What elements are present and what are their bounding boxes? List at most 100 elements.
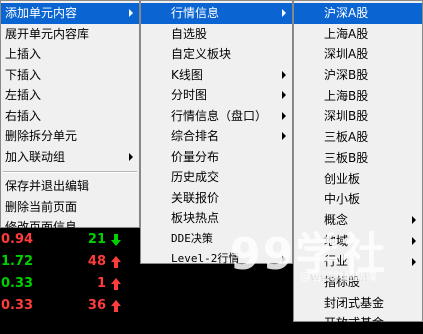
submenu-item-sh-b[interactable]: 上海B股	[294, 86, 422, 107]
menu-item-insert-above[interactable]: 上插入	[1, 44, 139, 65]
submenu-item-concept[interactable]: 概念	[294, 210, 422, 231]
menu-item-insert-below[interactable]: 下插入	[1, 65, 139, 86]
menu-item-label: 关联报价	[171, 190, 220, 205]
menu-item-label: 封闭式基金	[324, 295, 385, 310]
quote-panel: 0.94 21 1.72 48 0.33 1 0.33 36	[0, 228, 140, 322]
menu-item-expand-library[interactable]: 展开单元内容库	[1, 24, 139, 45]
submenu-arrow-icon	[282, 70, 286, 79]
quote-price: 0.94	[1, 232, 34, 247]
menu-item-label: 行情信息（盘口）	[171, 108, 268, 123]
submenu-item-sz-b[interactable]: 深圳B股	[294, 106, 422, 127]
menu-item-label: 上海B股	[324, 88, 369, 103]
quote-price: 0.33	[1, 298, 34, 313]
menu-separator	[3, 171, 137, 173]
quote-change: 48	[87, 254, 106, 269]
submenu-arrow-icon	[282, 9, 286, 18]
menu-item-label: 右插入	[5, 108, 42, 123]
context-menu: 添加单元内容 展开单元内容库 上插入 下插入 左插入 右插入 删除拆分单元 加入…	[0, 0, 140, 234]
submenu-item-intraday[interactable]: 分时图	[141, 85, 292, 106]
quote-price: 1.72	[1, 254, 34, 269]
menu-item-add-unit-content[interactable]: 添加单元内容	[1, 3, 139, 24]
menu-item-label: 保存并退出编辑	[5, 179, 90, 193]
menu-item-save-exit[interactable]: 保存并退出编辑	[1, 176, 139, 197]
quote-change: 21	[87, 232, 106, 247]
up-arrow-icon	[111, 300, 121, 312]
menu-item-label: 三板B股	[324, 150, 369, 165]
menu-item-label: 添加单元内容	[5, 6, 78, 20]
menu-item-label: 创业板	[324, 171, 361, 186]
background-area	[140, 264, 293, 322]
menu-item-insert-left[interactable]: 左插入	[1, 85, 139, 106]
submenu-arrow-icon	[282, 132, 286, 141]
submenu-item-region[interactable]: 地域	[294, 231, 422, 252]
submenu-item-sme[interactable]: 中小板	[294, 189, 422, 210]
submenu-item-kline[interactable]: K线图	[141, 65, 292, 86]
content-submenu: 行情信息 自选股 自定义板块 K线图 分时图 行情信息（盘口） 综合排名 价量分…	[140, 0, 293, 265]
menu-item-label: 自选股	[171, 26, 208, 41]
menu-item-label: 价量分布	[171, 149, 220, 164]
menu-item-label: 历史成交	[171, 170, 220, 184]
menu-item-insert-right[interactable]: 右插入	[1, 106, 139, 127]
quote-row[interactable]: 0.94 21	[0, 229, 140, 251]
up-arrow-icon	[111, 278, 121, 290]
quote-change: 1	[96, 276, 106, 291]
submenu-item-ranking[interactable]: 综合排名	[141, 126, 292, 147]
watermark-source: @雪球财经新媒	[300, 270, 377, 283]
menu-item-label: 三板A股	[324, 130, 369, 145]
quote-change: 36	[87, 298, 106, 313]
submenu-arrow-icon	[412, 236, 416, 245]
submenu-item-related-quotes[interactable]: 关联报价	[141, 188, 292, 209]
menu-item-label: 上海A股	[324, 26, 369, 41]
menu-item-label: 删除当前页面	[5, 199, 78, 214]
menu-item-label: 行情信息	[171, 6, 220, 20]
menu-item-label: 加入联动组	[5, 149, 66, 164]
submenu-item-quote-info[interactable]: 行情信息	[141, 3, 292, 24]
submenu-item-hs-a[interactable]: 沪深A股	[294, 3, 422, 24]
submenu-item-sz-a[interactable]: 深圳A股	[294, 44, 422, 65]
menu-item-label: 左插入	[5, 88, 42, 102]
submenu-item-sanban-a[interactable]: 三板A股	[294, 127, 422, 148]
submenu-item-hs-b[interactable]: 沪深B股	[294, 65, 422, 86]
submenu-arrow-icon	[129, 152, 133, 161]
submenu-item-custom-sector[interactable]: 自定义板块	[141, 44, 292, 65]
down-arrow-icon	[111, 234, 121, 246]
submenu-item-chinext[interactable]: 创业板	[294, 169, 422, 190]
quote-row[interactable]: 0.33 1	[0, 273, 140, 295]
menu-item-label: 行业	[324, 254, 349, 269]
quote-row[interactable]: 0.33 36	[0, 295, 140, 317]
menu-item-label: 自定义板块	[171, 47, 232, 61]
menu-item-label: 深圳B股	[324, 109, 369, 124]
menu-item-label: DDE决策	[171, 231, 213, 245]
submenu-item-closed-fund[interactable]: 封闭式基金	[294, 293, 422, 314]
quote-row[interactable]: 1.72 48	[0, 251, 140, 273]
up-arrow-icon	[111, 256, 121, 268]
submenu-item-watchlist[interactable]: 自选股	[141, 24, 292, 45]
menu-item-label: 地域	[324, 233, 349, 248]
submenu-item-dde[interactable]: DDE决策	[141, 229, 292, 250]
submenu-item-sanban-b[interactable]: 三板B股	[294, 148, 422, 169]
submenu-arrow-icon	[412, 257, 416, 266]
submenu-item-sector-hotspot[interactable]: 板块热点	[141, 208, 292, 229]
menu-item-delete-page[interactable]: 删除当前页面	[1, 197, 139, 218]
submenu-arrow-icon	[282, 91, 286, 100]
menu-item-label: 分时图	[171, 88, 208, 102]
menu-item-label: 展开单元内容库	[5, 26, 90, 41]
submenu-item-open-fund[interactable]: 开放式基金	[294, 313, 422, 334]
menu-item-label: 综合排名	[171, 129, 220, 143]
menu-item-label: 沪深B股	[324, 68, 369, 83]
submenu-item-sh-a[interactable]: 上海A股	[294, 24, 422, 45]
menu-item-label: 中小板	[324, 192, 361, 207]
menu-item-label: K线图	[171, 67, 203, 82]
menu-item-label: 开放式基金	[324, 316, 385, 331]
submenu-arrow-icon	[129, 9, 133, 18]
submenu-arrow-icon	[282, 111, 286, 120]
menu-item-label: 下插入	[5, 67, 42, 82]
menu-item-label: 沪深A股	[324, 6, 369, 20]
menu-item-link-group[interactable]: 加入联动组	[1, 147, 139, 168]
submenu-item-history-trades[interactable]: 历史成交	[141, 167, 292, 188]
quote-price: 0.33	[1, 276, 34, 291]
submenu-item-quote-panel[interactable]: 行情信息（盘口）	[141, 106, 292, 127]
submenu-item-volume-dist[interactable]: 价量分布	[141, 147, 292, 168]
submenu-arrow-icon	[282, 255, 286, 264]
menu-item-delete-split[interactable]: 删除拆分单元	[1, 126, 139, 147]
